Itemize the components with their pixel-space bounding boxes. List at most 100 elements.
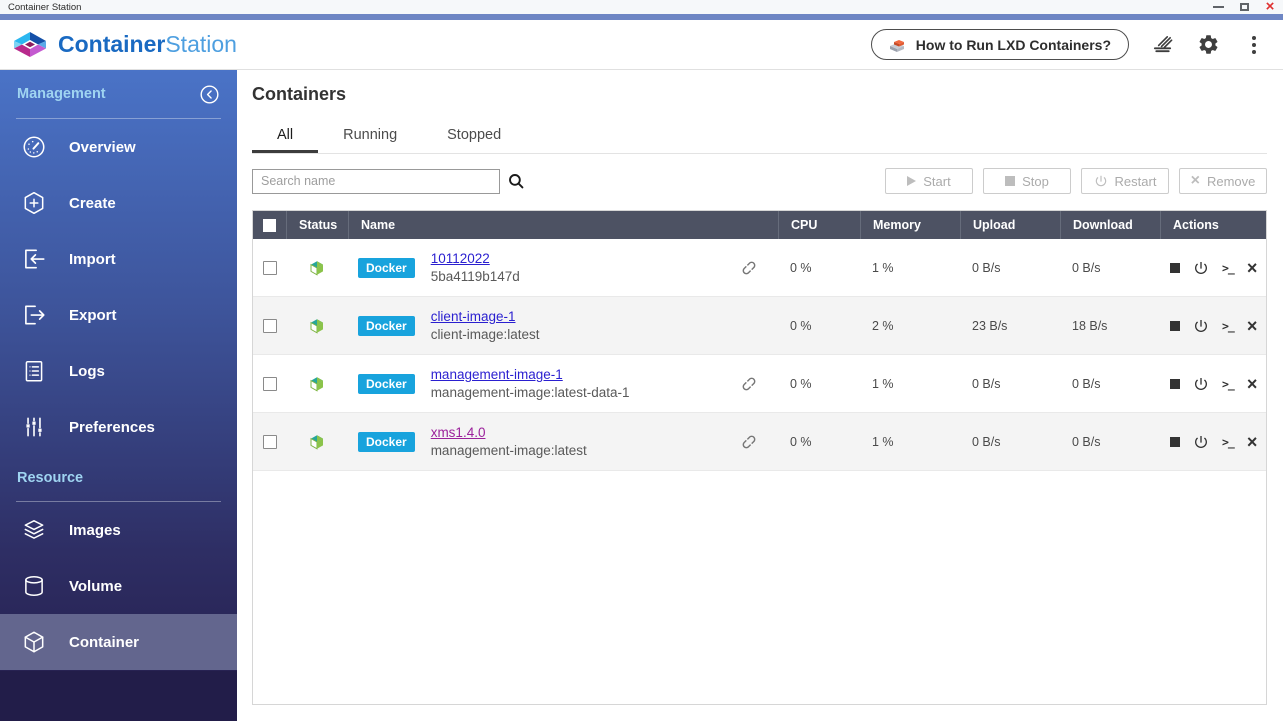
row-stop-icon[interactable] (1170, 379, 1180, 389)
row-checkbox[interactable] (263, 435, 277, 449)
window-titlebar: Container Station × (0, 0, 1283, 14)
row-remove-icon[interactable]: × (1247, 377, 1258, 391)
tab-all[interactable]: All (252, 120, 318, 153)
stop-label: Stop (1022, 174, 1049, 189)
row-checkbox[interactable] (263, 319, 277, 333)
column-actions: Actions (1160, 211, 1266, 239)
row-remove-icon[interactable]: × (1247, 261, 1258, 275)
row-power-icon[interactable] (1193, 260, 1209, 276)
background-tasks-icon[interactable] (1149, 32, 1175, 58)
lxd-help-label: How to Run LXD Containers? (916, 37, 1111, 53)
sidebar-item-container[interactable]: Container (0, 614, 237, 670)
maximize-button[interactable] (1237, 0, 1251, 14)
sidebar-item-label: Logs (69, 363, 105, 380)
url-link-icon[interactable] (740, 433, 758, 451)
row-checkbox[interactable] (263, 377, 277, 391)
start-label: Start (923, 174, 950, 189)
tab-stopped[interactable]: Stopped (422, 120, 526, 153)
url-link-icon[interactable] (740, 375, 758, 393)
restart-label: Restart (1115, 174, 1157, 189)
url-link-icon[interactable] (740, 259, 758, 277)
download-value: 0 B/s (1060, 239, 1160, 296)
row-terminal-icon[interactable]: >_ (1222, 319, 1234, 333)
container-name-link[interactable]: 10112022 (431, 251, 490, 266)
container-tabs: All Running Stopped (252, 120, 1267, 154)
runtime-badge: Docker (358, 316, 415, 336)
remove-button[interactable]: × Remove (1179, 168, 1267, 194)
runtime-badge: Docker (358, 432, 415, 452)
row-power-icon[interactable] (1193, 376, 1209, 392)
row-terminal-icon[interactable]: >_ (1222, 435, 1234, 449)
minimize-button[interactable] (1211, 0, 1225, 14)
container-image: client-image:latest (431, 327, 540, 342)
runtime-badge: Docker (358, 258, 415, 278)
play-icon (907, 176, 916, 186)
maximize-icon (1240, 3, 1249, 11)
sidebar-item-label: Import (69, 251, 116, 268)
upload-value: 0 B/s (960, 239, 1060, 296)
row-power-icon[interactable] (1193, 318, 1209, 334)
restart-button[interactable]: Restart (1081, 168, 1169, 194)
container-name-link[interactable]: xms1.4.0 (431, 425, 486, 440)
containers-table: Status Name CPU Memory Upload Download A… (252, 210, 1267, 705)
sidebar-item-volume[interactable]: Volume (0, 558, 237, 614)
upload-value: 0 B/s (960, 413, 1060, 470)
search-input[interactable] (252, 169, 500, 194)
power-icon (1094, 174, 1108, 188)
start-button[interactable]: Start (885, 168, 973, 194)
row-stop-icon[interactable] (1170, 437, 1180, 447)
column-cpu: CPU (778, 211, 860, 239)
stop-button[interactable]: Stop (983, 168, 1071, 194)
stop-icon (1005, 176, 1015, 186)
sidebar-section-management: Management (17, 86, 106, 102)
sidebar-collapse-button[interactable] (199, 84, 220, 105)
container-image: 5ba4119b147d (431, 269, 520, 284)
memory-value: 1 % (860, 413, 960, 470)
sidebar-item-label: Container (69, 634, 139, 651)
more-menu-icon[interactable] (1241, 32, 1267, 58)
sidebar-item-overview[interactable]: Overview (0, 119, 237, 175)
select-all-checkbox[interactable] (263, 219, 276, 232)
container-name-link[interactable]: client-image-1 (431, 309, 516, 324)
settings-gear-icon[interactable] (1195, 32, 1221, 58)
column-name: Name (348, 211, 778, 239)
row-terminal-icon[interactable]: >_ (1222, 377, 1234, 391)
row-power-icon[interactable] (1193, 434, 1209, 450)
row-stop-icon[interactable] (1170, 321, 1180, 331)
row-terminal-icon[interactable]: >_ (1222, 261, 1234, 275)
sidebar-item-import[interactable]: Import (0, 231, 237, 287)
sidebar-item-images[interactable]: Images (0, 502, 237, 558)
sidebar-item-logs[interactable]: Logs (0, 343, 237, 399)
container-name-link[interactable]: management-image-1 (431, 367, 563, 382)
sidebar-item-label: Volume (69, 578, 122, 595)
container-image: management-image:latest (431, 443, 587, 458)
cpu-value: 0 % (778, 239, 860, 296)
container-image: management-image:latest-data-1 (431, 385, 630, 400)
tab-running[interactable]: Running (318, 120, 422, 153)
page-title: Containers (252, 84, 346, 105)
close-button[interactable]: × (1263, 0, 1277, 14)
images-layers-icon (21, 517, 47, 543)
lxd-help-button[interactable]: How to Run LXD Containers? (871, 29, 1129, 60)
download-value: 18 B/s (1060, 297, 1160, 354)
row-stop-icon[interactable] (1170, 263, 1180, 273)
memory-value: 1 % (860, 355, 960, 412)
sidebar-item-export[interactable]: Export (0, 287, 237, 343)
import-icon (21, 246, 47, 272)
search-icon[interactable] (507, 172, 526, 191)
sidebar: Management Overview Create (0, 70, 237, 721)
status-running-icon (308, 433, 326, 451)
sidebar-item-preferences[interactable]: Preferences (0, 399, 237, 455)
sidebar-item-create[interactable]: Create (0, 175, 237, 231)
preferences-sliders-icon (21, 414, 47, 440)
app-header: ContainerStation How to Run LXD Containe… (0, 20, 1283, 70)
table-row: Docker 10112022 5ba4119b147d 0 % 1 % 0 B… (253, 239, 1266, 297)
status-running-icon (308, 259, 326, 277)
row-checkbox[interactable] (263, 261, 277, 275)
create-hexagon-plus-icon (21, 190, 47, 216)
row-remove-icon[interactable]: × (1247, 435, 1258, 449)
download-value: 0 B/s (1060, 355, 1160, 412)
overview-gauge-icon (21, 134, 47, 160)
chevron-left-circle-icon (199, 84, 220, 105)
row-remove-icon[interactable]: × (1247, 319, 1258, 333)
